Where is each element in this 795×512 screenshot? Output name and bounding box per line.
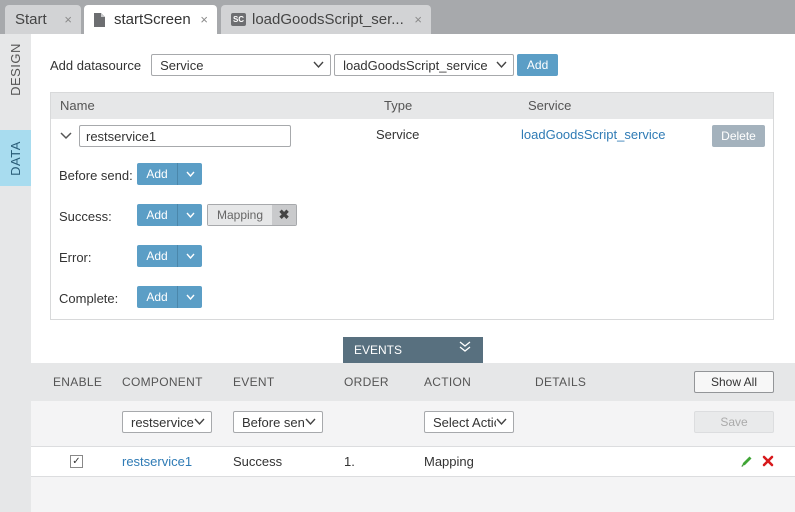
column-header-order: ORDER xyxy=(344,375,389,389)
filter-event-select[interactable]: Before sen xyxy=(233,411,323,433)
chevron-down-icon xyxy=(185,294,195,300)
close-icon[interactable]: × xyxy=(200,12,208,27)
tab-loadgoodsscript[interactable]: SC loadGoodsScript_ser... × xyxy=(221,5,431,34)
datasource-service-select[interactable]: loadGoodsScript_service xyxy=(334,54,515,76)
show-all-button[interactable]: Show All xyxy=(694,371,774,393)
column-header-enable: ENABLE xyxy=(53,375,103,389)
tab-startscreen[interactable]: startScreen × xyxy=(84,5,217,34)
chevron-down-icon xyxy=(185,171,195,177)
close-icon[interactable]: × xyxy=(64,12,72,27)
delete-button[interactable]: Delete xyxy=(712,125,765,147)
tab-start[interactable]: Start × xyxy=(5,5,81,34)
events-filter-row: restservice Before sen Select Actic Save xyxy=(31,401,795,447)
datasource-type-select[interactable]: Service xyxy=(151,54,332,76)
complete-add-button[interactable]: Add xyxy=(137,286,177,308)
column-header-event: EVENT xyxy=(233,375,275,389)
chevron-down-icon xyxy=(496,58,507,75)
side-tab-design[interactable]: DESIGN xyxy=(0,34,31,104)
complete-dropdown-button[interactable] xyxy=(177,286,202,308)
expand-chevron-icon[interactable] xyxy=(60,129,72,144)
add-datasource-row: Add datasource Service loadGoodsScript_s… xyxy=(50,54,559,76)
input-value: restservice1 xyxy=(86,128,157,144)
tab-label: Start xyxy=(15,11,47,28)
column-header-component: COMPONENT xyxy=(122,375,203,389)
events-toggle-label: EVENTS xyxy=(354,343,403,357)
select-value: loadGoodsScript_service xyxy=(343,57,488,73)
chevron-down-icon xyxy=(313,58,324,75)
script-icon: SC xyxy=(231,13,246,26)
row-event: Success xyxy=(233,454,283,469)
column-header-action: ACTION xyxy=(424,375,472,389)
save-button[interactable]: Save xyxy=(694,411,774,433)
delete-x-icon[interactable] xyxy=(762,455,774,470)
side-tab-label: DATA xyxy=(8,140,23,176)
events-toggle-button[interactable]: EVENTS xyxy=(343,337,483,363)
datasource-service-link[interactable]: loadGoodsScript_service xyxy=(521,127,666,142)
chevron-down-icon xyxy=(185,253,195,259)
error-add-split: Add xyxy=(137,245,202,267)
success-add-button[interactable]: Add xyxy=(137,204,177,226)
datasource-table: Name Type Service restservice1 Service l… xyxy=(50,92,774,320)
before-send-add-split: Add xyxy=(137,163,202,185)
success-add-split: Add xyxy=(137,204,202,226)
complete-add-split: Add xyxy=(137,286,202,308)
side-tab-label: DESIGN xyxy=(8,42,23,96)
select-value: restservice xyxy=(131,414,194,430)
before-send-add-button[interactable]: Add xyxy=(137,163,177,185)
filter-component-select[interactable]: restservice xyxy=(122,411,212,433)
editor-tab-bar: Start × startScreen × SC loadGoodsScript… xyxy=(0,0,795,34)
error-add-button[interactable]: Add xyxy=(137,245,177,267)
side-tab-strip: DESIGN DATA xyxy=(0,34,31,512)
chevron-down-icon xyxy=(496,415,507,432)
select-value: Select Actic xyxy=(433,414,501,430)
chevron-down-icon xyxy=(194,415,205,432)
enable-checkbox[interactable]: ✓ xyxy=(70,455,83,468)
double-chevron-down-icon xyxy=(459,341,471,353)
success-dropdown-button[interactable] xyxy=(177,204,202,226)
add-datasource-label: Add datasource xyxy=(50,57,142,73)
select-value: Before sen xyxy=(242,414,305,430)
column-header-details: DETAILS xyxy=(535,375,587,389)
error-dropdown-button[interactable] xyxy=(177,245,202,267)
close-icon[interactable]: × xyxy=(414,12,422,27)
remove-icon[interactable]: ✖ xyxy=(272,205,297,225)
column-header-service: Service xyxy=(528,98,572,113)
document-icon xyxy=(94,12,105,27)
chevron-down-icon xyxy=(185,212,195,218)
row-order: 1. xyxy=(344,454,355,469)
error-label: Error: xyxy=(59,250,92,265)
complete-label: Complete: xyxy=(59,291,119,306)
select-value: Service xyxy=(160,57,204,73)
events-table-header: ENABLE COMPONENT EVENT ORDER ACTION DETA… xyxy=(31,363,795,401)
row-action: Mapping xyxy=(424,454,474,469)
tab-label: startScreen xyxy=(114,11,191,28)
datasource-name-input[interactable]: restservice1 xyxy=(79,125,291,147)
before-send-dropdown-button[interactable] xyxy=(177,163,202,185)
table-row: ✓ restservice1 Success 1. Mapping xyxy=(31,447,795,477)
column-header-type: Type xyxy=(384,98,413,113)
before-send-label: Before send: xyxy=(59,168,133,183)
success-label: Success: xyxy=(59,209,112,224)
tab-label: loadGoodsScript_ser... xyxy=(252,11,404,28)
edit-pencil-icon[interactable] xyxy=(740,455,753,471)
add-datasource-button[interactable]: Add xyxy=(517,54,559,76)
mapping-chip-label[interactable]: Mapping xyxy=(208,205,273,225)
datasource-type-value: Service xyxy=(376,127,420,142)
chevron-down-icon xyxy=(305,415,316,432)
column-header-name: Name xyxy=(60,98,95,113)
side-tab-data[interactable]: DATA xyxy=(0,130,31,186)
filter-action-select[interactable]: Select Actic xyxy=(424,411,514,433)
table-header: Name Type Service xyxy=(51,93,773,119)
mapping-chip[interactable]: Mapping ✖ xyxy=(207,204,298,226)
row-component-link[interactable]: restservice1 xyxy=(122,454,192,469)
